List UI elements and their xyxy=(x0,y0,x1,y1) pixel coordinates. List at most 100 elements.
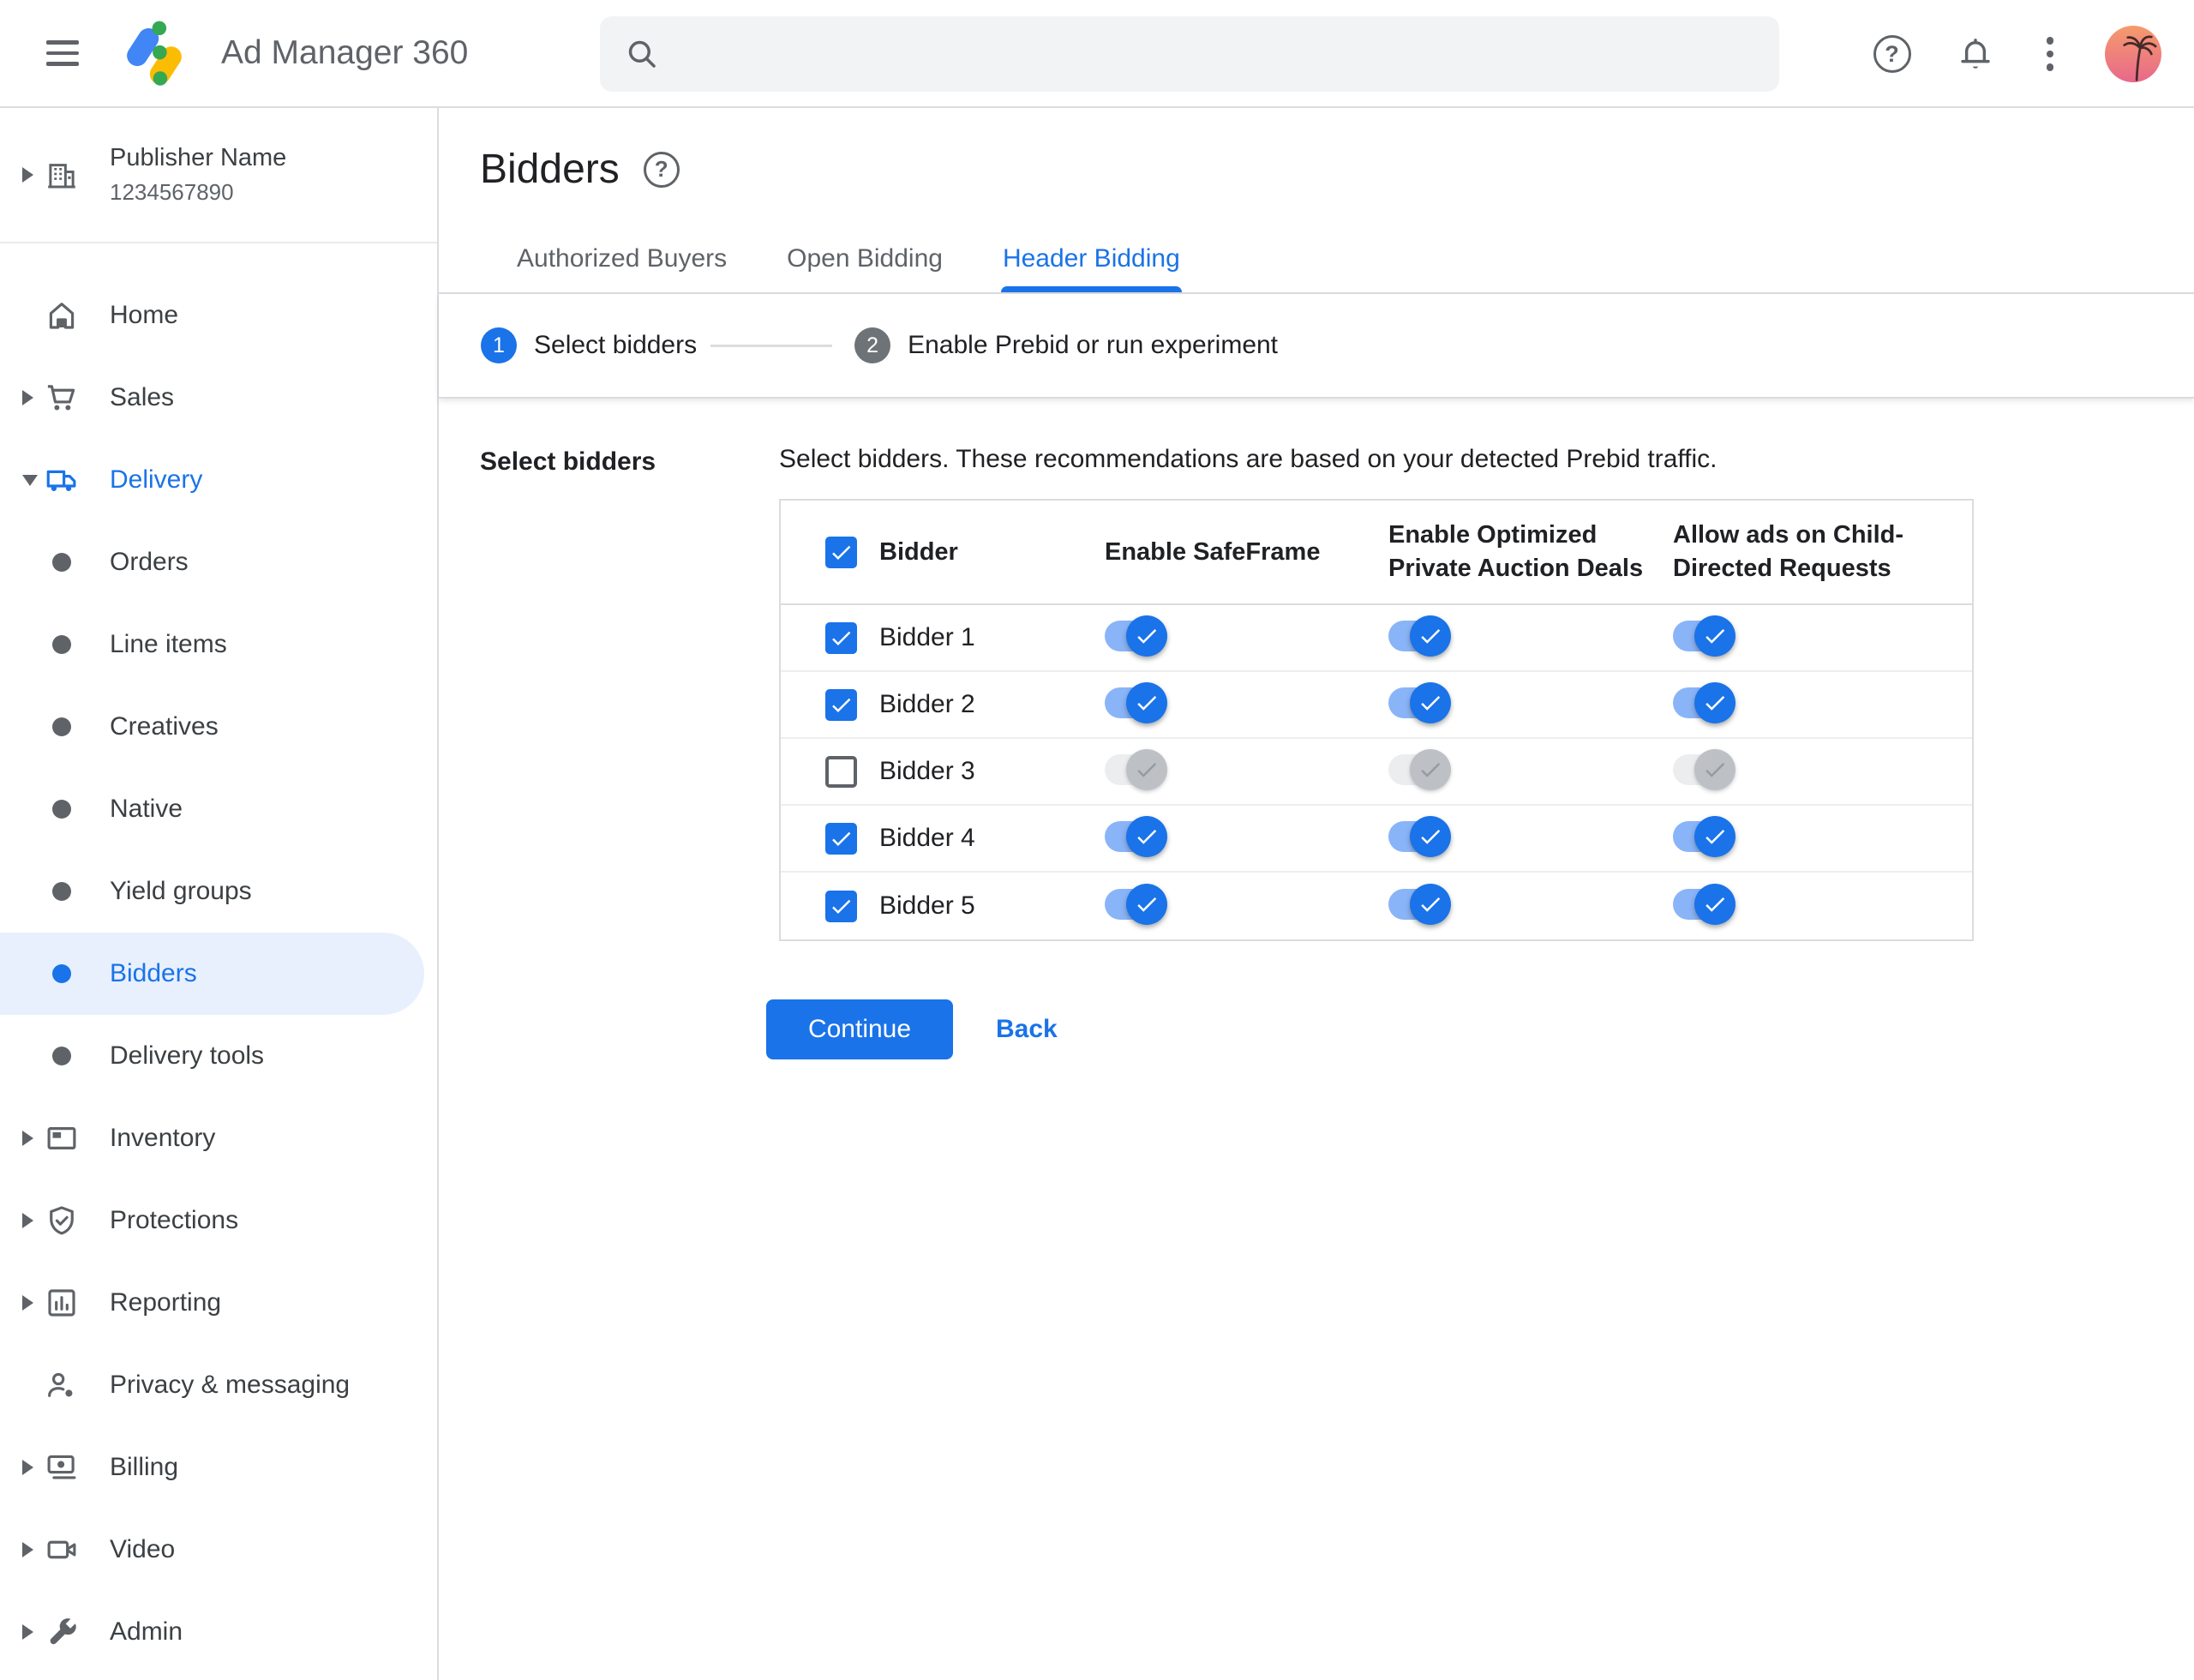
main-content: Bidders ? Authorized Buyers Open Bidding… xyxy=(439,108,2194,1680)
sidebar-item-delivery[interactable]: Delivery xyxy=(0,439,437,521)
person-icon xyxy=(43,1366,81,1404)
sidebar-item-admin[interactable]: Admin xyxy=(0,1591,437,1673)
optimized-deals-toggle[interactable] xyxy=(1388,681,1451,723)
safeframe-toggle[interactable] xyxy=(1105,681,1167,723)
truck-icon xyxy=(43,461,81,499)
search-input[interactable] xyxy=(677,39,1779,69)
expand-arrow-icon xyxy=(22,1542,33,1557)
bullet-icon xyxy=(52,800,71,819)
safeframe-toggle xyxy=(1105,748,1167,790)
safeframe-toggle[interactable] xyxy=(1105,815,1167,857)
money-icon xyxy=(43,1449,81,1486)
sidebar-item-home[interactable]: Home xyxy=(0,274,437,357)
sidebar-item-yield-groups[interactable]: Yield groups xyxy=(0,850,437,933)
wrench-icon xyxy=(43,1613,81,1651)
child-directed-toggle[interactable] xyxy=(1673,815,1735,857)
table-row: Bidder 5 xyxy=(781,873,1972,939)
sidebar-item-bidders[interactable]: Bidders xyxy=(0,933,424,1015)
avatar[interactable] xyxy=(2105,26,2161,82)
sidebar-nav: Home Sales Delivery Orders Line items Cr… xyxy=(0,243,437,1673)
section-heading: Select bidders xyxy=(480,447,656,476)
expand-arrow-icon xyxy=(22,1213,33,1228)
help-icon[interactable]: ? xyxy=(1873,35,1911,73)
bullet-icon xyxy=(52,635,71,654)
column-header-bidder: Bidder xyxy=(879,537,958,566)
sidebar-item-delivery-tools[interactable]: Delivery tools xyxy=(0,1015,437,1097)
publisher-building-icon xyxy=(43,156,81,194)
sidebar-item-video[interactable]: Video xyxy=(0,1509,437,1591)
table-row: Bidder 2 xyxy=(781,672,1972,739)
app-title: Ad Manager 360 xyxy=(221,34,469,71)
bidder-name: Bidder 5 xyxy=(879,891,975,920)
more-options-icon[interactable] xyxy=(2040,37,2061,71)
row-checkbox[interactable] xyxy=(825,755,857,788)
select-all-checkbox[interactable] xyxy=(825,536,857,568)
search-bar[interactable] xyxy=(600,16,1779,92)
sidebar-item-inventory[interactable]: Inventory xyxy=(0,1097,437,1179)
menu-hamburger-icon[interactable] xyxy=(46,40,79,66)
collapse-arrow-icon xyxy=(22,474,38,486)
publisher-selector[interactable]: Publisher Name 1234567890 xyxy=(0,108,437,243)
bidders-table: Bidder Enable SafeFrame Enable Optimized… xyxy=(779,499,1974,941)
bullet-icon xyxy=(52,717,71,736)
tab-header-bidding[interactable]: Header Bidding xyxy=(1000,234,1182,292)
sidebar-item-orders[interactable]: Orders xyxy=(0,521,437,603)
row-checkbox[interactable] xyxy=(825,890,857,922)
table-row: Bidder 4 xyxy=(781,806,1972,873)
row-checkbox[interactable] xyxy=(825,621,857,654)
expand-arrow-icon xyxy=(22,1460,33,1475)
column-header-child-directed: Allow ads on Child- Directed Requests xyxy=(1673,521,1904,582)
inventory-icon xyxy=(43,1119,81,1157)
bullet-icon xyxy=(52,964,71,983)
sidebar-item-privacy-messaging[interactable]: Privacy & messaging xyxy=(0,1344,437,1426)
table-row: Bidder 3 xyxy=(781,739,1972,806)
sidebar-item-sales[interactable]: Sales xyxy=(0,357,437,439)
home-icon xyxy=(43,297,81,334)
bullet-icon xyxy=(52,553,71,572)
step-2-circle: 2 xyxy=(854,327,891,363)
expand-arrow-icon xyxy=(22,1131,33,1146)
safeframe-toggle[interactable] xyxy=(1105,615,1167,657)
safeframe-toggle[interactable] xyxy=(1105,883,1167,925)
step-2-label: Enable Prebid or run experiment xyxy=(908,331,1279,359)
shield-check-icon xyxy=(43,1202,81,1239)
table-header-row: Bidder Enable SafeFrame Enable Optimized… xyxy=(781,501,1972,605)
stepper: 1 Select bidders 2 Enable Prebid or run … xyxy=(439,294,2194,399)
optimized-deals-toggle[interactable] xyxy=(1388,883,1451,925)
tab-open-bidding[interactable]: Open Bidding xyxy=(785,234,944,292)
sidebar-item-creatives[interactable]: Creatives xyxy=(0,686,437,768)
bullet-icon xyxy=(52,1047,71,1065)
child-directed-toggle[interactable] xyxy=(1673,681,1735,723)
optimized-deals-toggle[interactable] xyxy=(1388,615,1451,657)
top-app-bar: Ad Manager 360 ? xyxy=(0,0,2194,108)
step-1-circle: 1 xyxy=(481,327,517,363)
bar-chart-icon xyxy=(43,1284,81,1322)
bidder-name: Bidder 1 xyxy=(879,623,975,651)
row-checkbox[interactable] xyxy=(825,688,857,721)
cart-icon xyxy=(43,379,81,417)
sidebar-item-billing[interactable]: Billing xyxy=(0,1426,437,1509)
bullet-icon xyxy=(52,882,71,901)
bidder-name: Bidder 4 xyxy=(879,824,975,852)
back-link[interactable]: Back xyxy=(996,1015,1058,1044)
sidebar-item-reporting[interactable]: Reporting xyxy=(0,1262,437,1344)
step-connector xyxy=(710,344,833,347)
expand-arrow-icon xyxy=(22,390,33,405)
continue-button[interactable]: Continue xyxy=(766,999,953,1059)
expand-arrow-icon xyxy=(22,1295,33,1311)
optimized-deals-toggle[interactable] xyxy=(1388,815,1451,857)
video-camera-icon xyxy=(43,1531,81,1569)
optimized-deals-toggle xyxy=(1388,748,1451,790)
sidebar-item-protections[interactable]: Protections xyxy=(0,1179,437,1262)
child-directed-toggle[interactable] xyxy=(1673,615,1735,657)
sidebar-item-line-items[interactable]: Line items xyxy=(0,603,437,686)
sidebar-item-native[interactable]: Native xyxy=(0,768,437,850)
search-icon xyxy=(628,40,656,68)
row-checkbox[interactable] xyxy=(825,822,857,855)
notifications-bell-icon[interactable] xyxy=(1956,34,1995,74)
publisher-name: Publisher Name xyxy=(110,144,287,171)
tab-bar: Authorized Buyers Open Bidding Header Bi… xyxy=(439,234,2194,294)
tab-authorized-buyers[interactable]: Authorized Buyers xyxy=(515,234,728,292)
page-help-icon[interactable]: ? xyxy=(643,151,680,188)
child-directed-toggle[interactable] xyxy=(1673,883,1735,925)
